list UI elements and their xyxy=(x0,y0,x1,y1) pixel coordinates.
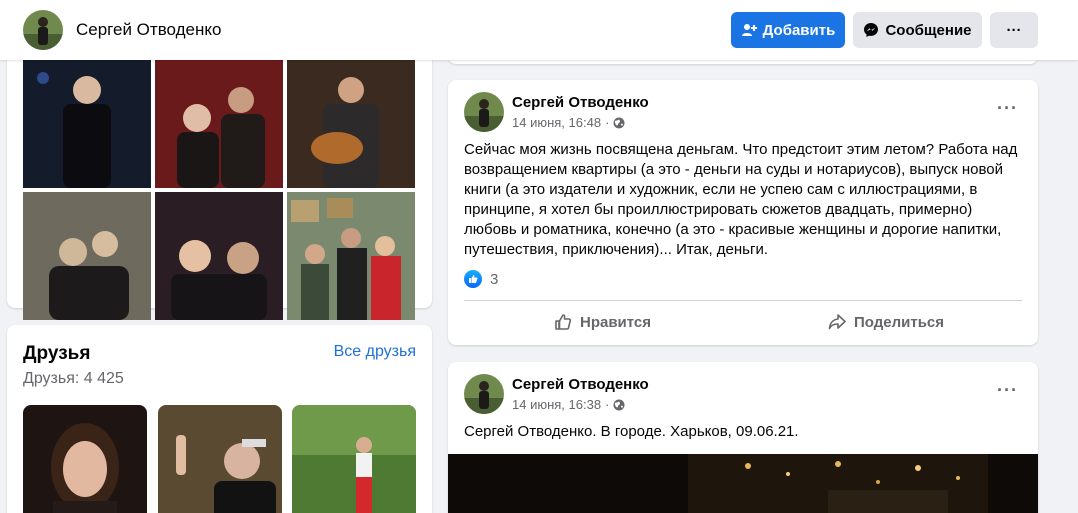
message-label: Сообщение xyxy=(885,21,972,39)
friends-count: Друзья: 4 425 xyxy=(23,370,124,387)
more-options-button[interactable]: ··· xyxy=(990,12,1038,48)
reactions-count: 3 xyxy=(490,270,499,288)
post-author-name[interactable]: Сергей Отводенко xyxy=(512,94,649,111)
post-card: Сергей Отводенко 14 июня, 16:38 · ··· Се… xyxy=(448,362,1038,513)
post-meta: 14 июня, 16:48 · xyxy=(512,115,625,130)
photo-tile[interactable] xyxy=(23,60,151,188)
profile-name[interactable]: Сергей Отводенко xyxy=(76,20,221,40)
photos-card xyxy=(7,40,432,320)
like-button[interactable]: Нравится xyxy=(554,306,651,338)
post-video[interactable] xyxy=(448,454,1038,513)
add-friend-icon xyxy=(741,24,757,36)
post-options-icon[interactable]: ··· xyxy=(997,380,1018,401)
post-options-icon[interactable]: ··· xyxy=(997,98,1018,119)
messenger-icon xyxy=(864,23,879,37)
share-icon xyxy=(828,314,846,330)
all-friends-link[interactable]: Все друзья xyxy=(334,343,416,361)
like-reaction-icon xyxy=(464,270,482,288)
share-button[interactable]: Поделиться xyxy=(828,306,944,338)
photo-tile[interactable] xyxy=(287,192,415,320)
post-card: Сергей Отводенко 14 июня, 16:48 · ··· Се… xyxy=(448,80,1038,345)
post-divider xyxy=(464,300,1022,301)
message-button[interactable]: Сообщение xyxy=(853,12,982,48)
post-meta: 14 июня, 16:38 · xyxy=(512,397,625,412)
photo-tile[interactable] xyxy=(155,60,283,188)
post-author-avatar[interactable] xyxy=(464,374,504,414)
add-friend-label: Добавить xyxy=(762,21,836,39)
globe-icon xyxy=(613,117,625,128)
photo-tile[interactable] xyxy=(287,60,415,188)
friends-card: Друзья Все друзья Друзья: 4 425 xyxy=(7,325,432,513)
post-text: Сергей Отводенко. В городе. Харьков, 09.… xyxy=(464,423,799,440)
like-label: Нравится xyxy=(580,313,652,331)
profile-avatar[interactable] xyxy=(23,10,63,50)
add-friend-button[interactable]: Добавить xyxy=(731,12,845,48)
post-text: Сейчас моя жизнь посвящена деньгам. Что … xyxy=(464,141,1018,258)
post-reactions[interactable]: 3 xyxy=(464,270,498,288)
friend-photo[interactable] xyxy=(292,405,416,513)
share-label: Поделиться xyxy=(854,313,945,331)
photo-tile[interactable] xyxy=(155,192,283,320)
thumbs-up-icon xyxy=(555,314,572,330)
friends-title[interactable]: Друзья xyxy=(23,343,90,365)
post-author-avatar[interactable] xyxy=(464,92,504,132)
post-author-name[interactable]: Сергей Отводенко xyxy=(512,376,649,393)
post-date[interactable]: 14 июня, 16:48 xyxy=(512,115,601,130)
meta-separator: · xyxy=(605,397,610,412)
friend-photo[interactable] xyxy=(23,405,147,513)
friend-photo[interactable] xyxy=(158,405,282,513)
more-dots-icon: ··· xyxy=(1006,21,1022,39)
photo-tile[interactable] xyxy=(23,192,151,320)
meta-separator: · xyxy=(605,115,610,130)
post-date[interactable]: 14 июня, 16:38 xyxy=(512,397,601,412)
profile-header-bar: Сергей Отводенко Добавить Сообщение ··· xyxy=(0,0,1078,60)
globe-icon xyxy=(613,399,625,410)
